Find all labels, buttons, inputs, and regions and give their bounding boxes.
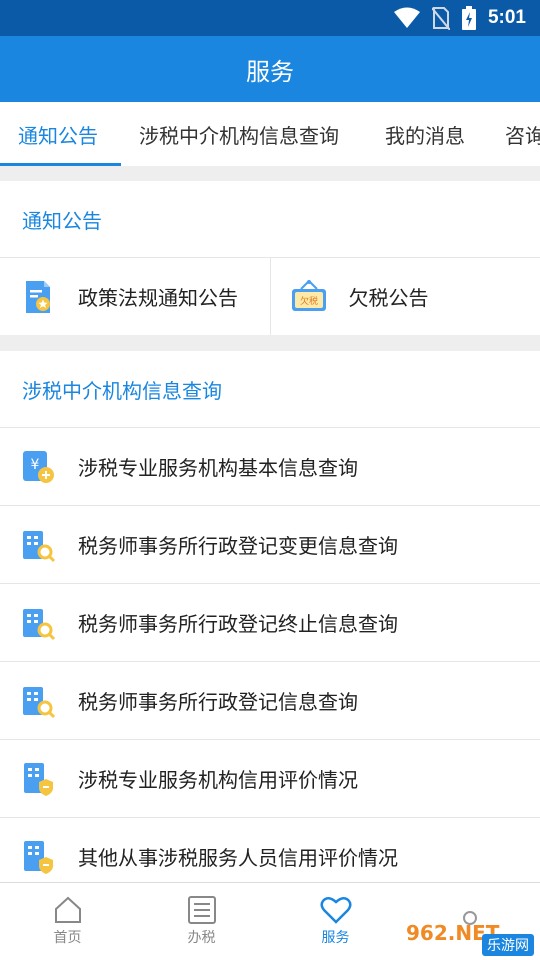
status-bar: 5:01: [0, 0, 540, 36]
sign-text: 欠税: [299, 295, 317, 307]
nav-tax[interactable]: 办税: [134, 883, 269, 960]
battery-charging-icon: [461, 6, 476, 30]
tab-my-messages[interactable]: 我的消息: [385, 102, 465, 166]
yuan-agency-icon: ¥: [23, 450, 54, 483]
tab-label: 通知公告: [18, 123, 98, 148]
item-label: 涉税专业服务机构信用评价情况: [78, 768, 358, 792]
list-item[interactable]: 税务师事务所行政登记变更信息查询: [0, 506, 540, 584]
bottom-nav: 首页 办税 服务 962.NET 乐游网: [0, 882, 540, 960]
tab-consult[interactable]: 咨询: [505, 102, 540, 166]
no-sim-icon: [431, 7, 450, 30]
tab-agency-query[interactable]: 涉税中介机构信息查询: [139, 102, 339, 166]
tax-arrears-item[interactable]: 欠税 欠税公告: [269, 258, 540, 335]
section-title: 涉税中介机构信息查询: [0, 351, 540, 428]
tab-label: 我的消息: [385, 123, 465, 148]
svg-text:¥: ¥: [31, 457, 40, 473]
list-item[interactable]: 税务师事务所行政登记终止信息查询: [0, 584, 540, 662]
heart-icon: [319, 897, 352, 924]
item-label: 税务师事务所行政登记终止信息查询: [78, 612, 398, 636]
list-item[interactable]: 涉税专业服务机构信用评价情况: [0, 740, 540, 818]
item-label: 欠税公告: [348, 286, 429, 310]
tab-label: 涉税中介机构信息查询: [139, 123, 339, 148]
nav-service[interactable]: 服务: [268, 883, 403, 960]
status-time: 5:01: [487, 7, 526, 28]
building-shield-icon: [24, 840, 53, 874]
item-label: 政策法规通知公告: [78, 286, 238, 310]
building-search-icon: [23, 608, 56, 640]
watermark-text: 乐游网: [482, 934, 534, 956]
list-icon: [187, 896, 216, 924]
nav-label: 首页: [53, 930, 82, 946]
notice-grid: 政策法规通知公告 欠税 欠税公告: [0, 258, 540, 335]
tab-label: 咨询: [505, 123, 540, 148]
section-title: 通知公告: [0, 181, 540, 258]
nav-home[interactable]: 首页: [0, 883, 135, 960]
tax-arrears-sign-icon: 欠税: [291, 279, 326, 311]
building-search-icon: [23, 686, 56, 718]
list-item[interactable]: ¥ 涉税专业服务机构基本信息查询: [0, 428, 540, 506]
policy-notice-item[interactable]: 政策法规通知公告: [0, 258, 270, 335]
list-item[interactable]: 税务师事务所行政登记信息查询: [0, 662, 540, 740]
app-header: 服务: [0, 36, 540, 102]
section-agency-query: 涉税中介机构信息查询 ¥ 涉税专业服务机构基本信息查询 税务师事务所行政登记变更…: [0, 351, 540, 896]
item-label: 税务师事务所行政登记变更信息查询: [78, 534, 398, 558]
nav-label: 服务: [321, 930, 350, 946]
item-label: 涉税专业服务机构基本信息查询: [78, 456, 358, 480]
tab-bar: 通知公告 涉税中介机构信息查询 我的消息 咨询: [0, 102, 540, 166]
page-title: 服务: [246, 57, 294, 86]
status-icons: 5:01: [393, 6, 526, 30]
home-icon: [54, 896, 81, 923]
nav-label: 办税: [187, 930, 216, 946]
policy-doc-icon: [26, 280, 50, 313]
item-label: 税务师事务所行政登记信息查询: [78, 690, 358, 714]
watermark: 962.NET 乐游网: [400, 910, 540, 960]
building-shield-icon: [24, 762, 53, 796]
active-tab-indicator: [0, 163, 121, 166]
wifi-icon: [393, 7, 420, 28]
item-label: 其他从事涉税服务人员信用评价情况: [78, 846, 398, 870]
section-notices: 通知公告 政策法规通知公告 欠税 欠税公告: [0, 181, 540, 335]
tab-notices[interactable]: 通知公告: [18, 102, 98, 166]
building-search-icon: [23, 530, 56, 562]
